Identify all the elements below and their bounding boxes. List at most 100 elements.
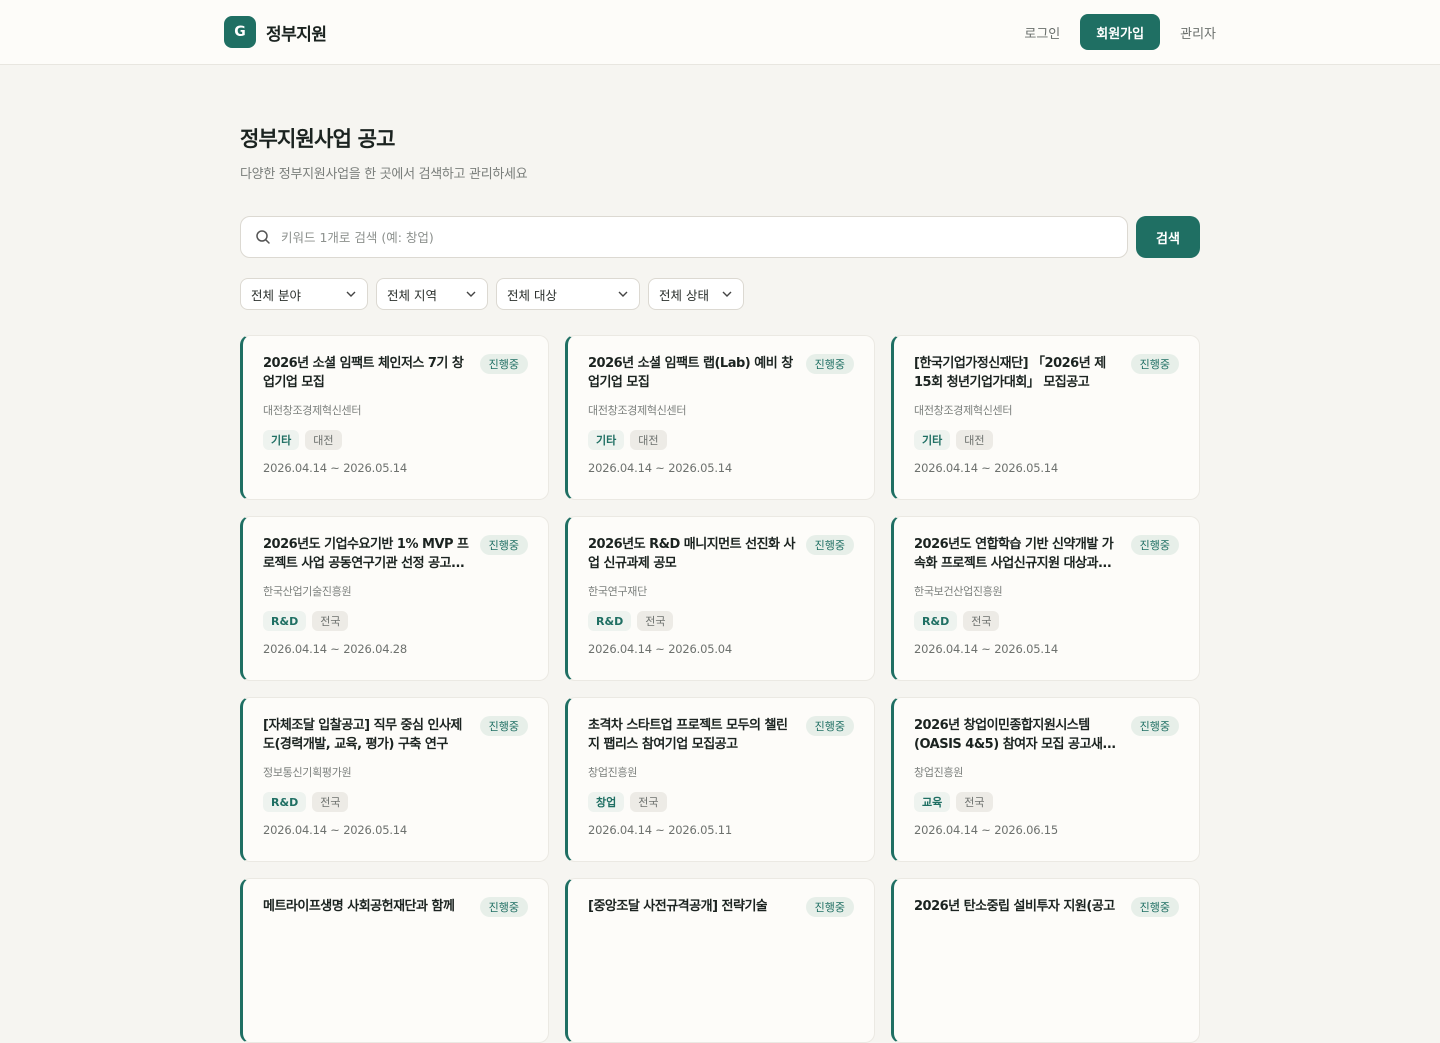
status-badge: 진행중 [479, 354, 528, 374]
announcement-grid: 2026년 소셜 임팩트 체인저스 7기 창업기업 모집 진행중 대전창조경제혁신… [240, 335, 1200, 1043]
chevron-down-icon [722, 291, 732, 297]
card-title: 2026년 소셜 임팩트 체인저스 7기 창업기업 모집 [263, 356, 464, 390]
card-title: 2026년도 연합학습 기반 신약개발 가속화 프로젝트 사업신규지원 대상과.… [914, 537, 1114, 571]
card-organization: 대전창조경제혁신센터 [263, 404, 362, 417]
target-filter-value: 전체 대상 [507, 287, 557, 303]
announcement-card[interactable]: 2026년도 R&D 매니지먼트 선진화 사업 신규과제 공모 진행중 한국연구재… [565, 516, 875, 681]
category-tag: R&D [588, 611, 632, 631]
page-title: 정부지원사업 공고 [240, 127, 395, 151]
card-organization: 정보통신기획평가원 [263, 766, 352, 779]
login-link[interactable]: 로그인 [1024, 23, 1060, 42]
card-period: 2026.04.14 ~ 2026.05.14 [263, 823, 408, 837]
announcement-card[interactable]: 2026년도 연합학습 기반 신약개발 가속화 프로젝트 사업신규지원 대상과.… [891, 516, 1200, 681]
top-navbar: G 정부지원 로그인 회원가입 관리자 [0, 0, 1440, 65]
status-badge: 진행중 [1130, 716, 1179, 736]
signup-button[interactable]: 회원가입 [1080, 14, 1161, 50]
status-filter-select[interactable]: 전체 상태 [648, 278, 744, 310]
region-tag: 대전 [630, 430, 667, 450]
card-title: [자체조달 입찰공고] 직무 중심 인사제도(경력개발, 교육, 평가) 구축 … [263, 718, 462, 752]
category-tag: R&D [263, 792, 307, 812]
category-tag: 기타 [914, 430, 951, 450]
announcement-card[interactable]: [중앙조달 사전규격공개] 전략기술 진행중 [565, 878, 875, 1043]
region-filter-select[interactable]: 전체 지역 [376, 278, 488, 310]
search-icon [256, 230, 270, 244]
field-filter-select[interactable]: 전체 분야 [240, 278, 368, 310]
card-organization: 한국보건산업진흥원 [914, 585, 1003, 598]
announcement-card[interactable]: 초격차 스타트업 프로젝트 모두의 챌린지 팹리스 참여기업 모집공고 진행중 창… [565, 697, 875, 862]
status-badge: 진행중 [1130, 354, 1179, 374]
logo-text: 정부지원 [266, 24, 327, 45]
region-tag: 전국 [312, 611, 349, 631]
card-organization: 대전창조경제혁신센터 [588, 404, 687, 417]
card-organization: 대전창조경제혁신센터 [914, 404, 1013, 417]
card-period: 2026.04.14 ~ 2026.05.14 [588, 461, 733, 475]
announcement-card[interactable]: 2026년도 기업수요기반 1% MVP 프로젝트 사업 공동연구기관 선정 공… [240, 516, 549, 681]
status-badge: 진행중 [1130, 897, 1179, 917]
card-title: 메트라이프생명 사회공헌재단과 함께 [263, 899, 455, 914]
announcement-card[interactable]: 2026년 창업이민종합지원시스템(OASIS 4&5) 참여자 모집 공고새.… [891, 697, 1200, 862]
announcement-card[interactable]: 메트라이프생명 사회공헌재단과 함께 진행중 [240, 878, 549, 1043]
card-title: 2026년 탄소중립 설비투자 지원(공고 [914, 899, 1115, 914]
site-logo[interactable]: G 정부지원 [224, 16, 327, 48]
announcement-card[interactable]: 2026년 탄소중립 설비투자 지원(공고 진행중 [891, 878, 1200, 1043]
card-title: 2026년 창업이민종합지원시스템(OASIS 4&5) 참여자 모집 공고새.… [914, 718, 1116, 752]
card-period: 2026.04.14 ~ 2026.05.11 [588, 823, 733, 837]
search-button[interactable]: 검색 [1136, 216, 1200, 258]
announcement-card[interactable]: [자체조달 입찰공고] 직무 중심 인사제도(경력개발, 교육, 평가) 구축 … [240, 697, 549, 862]
announcement-card[interactable]: 2026년 소셜 임팩트 체인저스 7기 창업기업 모집 진행중 대전창조경제혁신… [240, 335, 549, 500]
region-tag: 전국 [312, 792, 349, 812]
search-row: 검색 [240, 216, 1200, 258]
card-organization: 창업진흥원 [914, 766, 964, 779]
region-tag: 전국 [630, 792, 667, 812]
card-title: [중앙조달 사전규격공개] 전략기술 [588, 899, 768, 914]
status-badge: 진행중 [479, 535, 528, 555]
region-filter-value: 전체 지역 [387, 287, 437, 303]
category-tag: 기타 [263, 430, 300, 450]
card-title: [한국기업가정신재단] 「2026년 제15회 청년기업가대회」 모집공고 (~… [914, 356, 1106, 390]
status-badge: 진행중 [805, 354, 854, 374]
category-tag: R&D [914, 611, 958, 631]
region-tag: 전국 [963, 611, 1000, 631]
card-title: 초격차 스타트업 프로젝트 모두의 챌린지 팹리스 참여기업 모집공고 [588, 718, 788, 752]
status-badge: 진행중 [479, 716, 528, 736]
search-input[interactable] [281, 229, 1113, 245]
region-tag: 대전 [956, 430, 993, 450]
card-organization: 한국연구재단 [588, 585, 647, 598]
card-title: 2026년도 기업수요기반 1% MVP 프로젝트 사업 공동연구기관 선정 공… [263, 537, 469, 571]
region-tag: 전국 [637, 611, 674, 631]
target-filter-select[interactable]: 전체 대상 [496, 278, 640, 310]
search-box[interactable] [240, 216, 1128, 258]
status-filter-value: 전체 상태 [659, 287, 709, 303]
announcement-card[interactable]: 2026년 소셜 임팩트 랩(Lab) 예비 창업기업 모집 진행중 대전창조경제… [565, 335, 875, 500]
filter-bar: 전체 분야 전체 지역 전체 대상 전체 상태 [240, 278, 1200, 310]
category-tag: R&D [263, 611, 307, 631]
region-tag: 대전 [305, 430, 342, 450]
card-period: 2026.04.14 ~ 2026.05.14 [914, 461, 1059, 475]
card-period: 2026.04.14 ~ 2026.05.14 [263, 461, 408, 475]
page-subtitle: 다양한 정부지원사업을 한 곳에서 검색하고 관리하세요 [240, 167, 528, 182]
main-content: 정부지원사업 공고 다양한 정부지원사업을 한 곳에서 검색하고 관리하세요 검… [240, 65, 1200, 1043]
chevron-down-icon [618, 291, 628, 297]
category-tag: 기타 [588, 430, 625, 450]
header-nav: 로그인 회원가입 관리자 [1024, 14, 1216, 50]
card-period: 2026.04.14 ~ 2026.06.15 [914, 823, 1059, 837]
admin-link[interactable]: 관리자 [1180, 23, 1216, 42]
category-tag: 교육 [914, 792, 951, 812]
status-badge: 진행중 [805, 535, 854, 555]
field-filter-value: 전체 분야 [251, 287, 301, 303]
status-badge: 진행중 [1130, 535, 1179, 555]
logo-mark: G [224, 16, 256, 48]
card-organization: 창업진흥원 [588, 766, 638, 779]
card-title: 2026년도 R&D 매니지먼트 선진화 사업 신규과제 공모 [588, 537, 795, 571]
chevron-down-icon [466, 291, 476, 297]
card-period: 2026.04.14 ~ 2026.05.04 [588, 642, 733, 656]
category-tag: 창업 [588, 792, 625, 812]
status-badge: 진행중 [479, 897, 528, 917]
card-period: 2026.04.14 ~ 2026.04.28 [263, 642, 408, 656]
announcement-card[interactable]: [한국기업가정신재단] 「2026년 제15회 청년기업가대회」 모집공고 (~… [891, 335, 1200, 500]
status-badge: 진행중 [805, 897, 854, 917]
card-organization: 한국산업기술진흥원 [263, 585, 352, 598]
chevron-down-icon [346, 291, 356, 297]
region-tag: 전국 [956, 792, 993, 812]
status-badge: 진행중 [805, 716, 854, 736]
